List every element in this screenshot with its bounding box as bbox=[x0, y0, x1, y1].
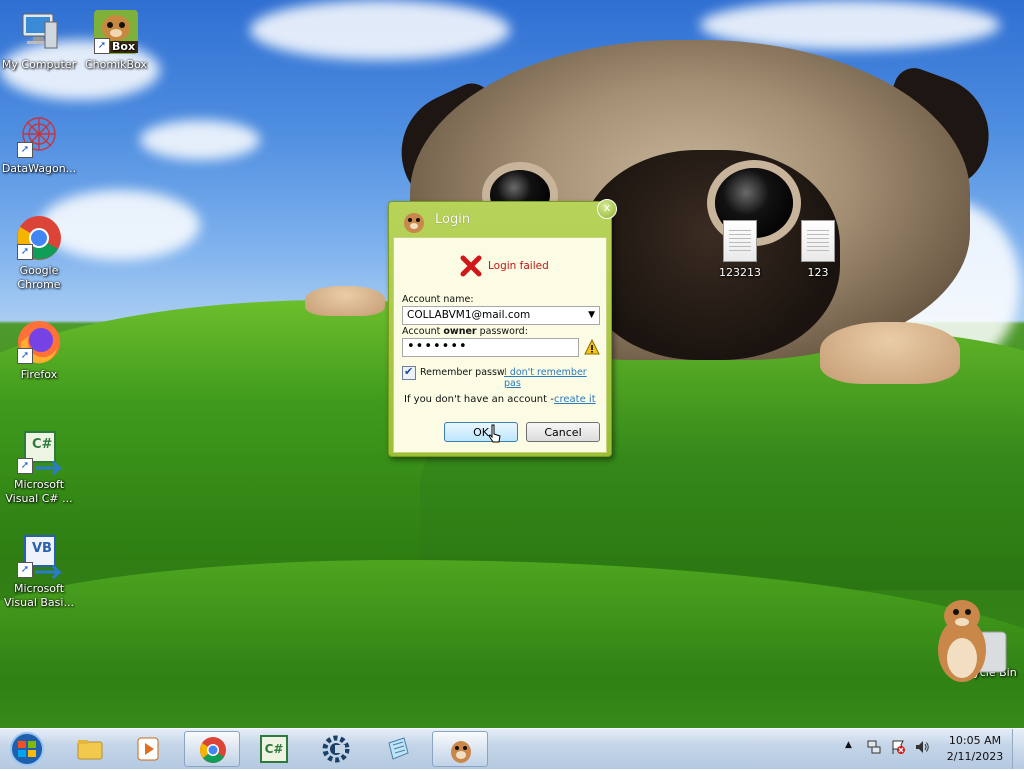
hamster-icon bbox=[451, 741, 471, 763]
password-field[interactable]: ••••••• bbox=[402, 338, 579, 357]
create-account-link[interactable]: create it bbox=[554, 394, 596, 405]
folder-icon bbox=[77, 740, 103, 760]
shortcut-arrow-icon: ➚ bbox=[17, 244, 33, 260]
hamster-recycle-bin-icon bbox=[928, 592, 1008, 684]
media-player-icon bbox=[137, 737, 159, 761]
shortcut-arrow-icon: ➚ bbox=[17, 458, 33, 474]
visual-basic-icon: VB ➚ bbox=[15, 532, 63, 580]
chomikbox-icon: Box ➚ bbox=[92, 8, 140, 56]
taskbar-item-explorer[interactable] bbox=[62, 731, 118, 767]
taskbar: C# ▲ 10:05 AM 2/11/2023 bbox=[0, 728, 1024, 769]
shortcut-arrow-icon: ➚ bbox=[17, 562, 33, 578]
gear-icon bbox=[322, 735, 350, 763]
text-file-icon bbox=[723, 220, 757, 262]
ok-button[interactable]: OK bbox=[444, 422, 518, 442]
desktop-icon-label: My Computer bbox=[1, 58, 77, 71]
network-icon[interactable] bbox=[866, 739, 882, 758]
desktop-icon-label: Microsoft Visual C# ... bbox=[5, 478, 73, 505]
text-file-icon bbox=[801, 220, 835, 262]
volume-icon[interactable] bbox=[914, 739, 930, 758]
taskbar-item-cheat-engine[interactable] bbox=[308, 731, 364, 767]
clock-date[interactable]: 2/11/2023 bbox=[945, 750, 1005, 763]
warning-icon bbox=[584, 338, 600, 355]
dialog-body: Login failed Account name: COLLABVM1@mai… bbox=[393, 237, 607, 453]
datawagon-icon: ➚ bbox=[15, 112, 63, 160]
desktop-icon-my-computer[interactable]: My Computer bbox=[1, 8, 77, 72]
cloud bbox=[140, 120, 260, 160]
start-button[interactable] bbox=[4, 730, 50, 768]
cloud bbox=[250, 0, 510, 60]
firefox-icon: ➚ bbox=[15, 318, 63, 366]
desktop-icon-label: Firefox bbox=[20, 368, 58, 381]
remember-checkbox[interactable]: ✔ bbox=[402, 365, 416, 380]
taskbar-item-chrome[interactable] bbox=[184, 731, 240, 767]
taskbar-item-visual-csharp[interactable]: C# bbox=[246, 731, 302, 767]
login-dialog: Login x Login failed Account name: COLLA… bbox=[388, 199, 617, 457]
desktop-icon-label: ChomikBox bbox=[85, 58, 147, 71]
desktop-icon-label: DataWagon... bbox=[1, 162, 77, 175]
account-name-value: COLLABVM1@mail.com bbox=[407, 309, 531, 321]
shortcut-arrow-icon: ➚ bbox=[94, 38, 110, 54]
desktop-icon-datawagon[interactable]: ➚ DataWagon... bbox=[1, 112, 77, 176]
visual-csharp-icon: C# ➚ bbox=[15, 428, 63, 476]
hamster-app-icon bbox=[401, 208, 427, 234]
windows-logo-icon bbox=[10, 732, 44, 766]
chrome-icon: ➚ bbox=[15, 214, 63, 262]
computer-icon bbox=[15, 8, 63, 56]
notepad-icon bbox=[388, 737, 409, 760]
password-label-prefix: Account bbox=[402, 326, 444, 337]
taskbar-item-media-player[interactable] bbox=[120, 731, 176, 767]
desktop-icon-label: Microsoft Visual Basi... bbox=[4, 582, 74, 609]
close-button[interactable]: x bbox=[597, 199, 617, 219]
shortcut-arrow-icon: ➚ bbox=[17, 142, 33, 158]
desktop-icon-label: 123213 bbox=[719, 266, 761, 279]
pug-paw bbox=[820, 322, 960, 384]
shortcut-arrow-icon: ➚ bbox=[17, 348, 33, 364]
account-name-label: Account name: bbox=[402, 294, 474, 305]
desktop-icon-firefox[interactable]: ➚ Firefox bbox=[1, 318, 77, 382]
chrome-icon bbox=[200, 737, 226, 763]
mouse-cursor-icon bbox=[488, 424, 502, 444]
checkmark-icon: ✔ bbox=[404, 365, 414, 378]
chomikbox-badge: Box bbox=[112, 40, 136, 53]
csharp-badge: C# bbox=[32, 437, 53, 452]
forgot-password-link[interactable]: I don't remember pas bbox=[504, 367, 606, 389]
desktop-icon-visual-csharp[interactable]: C# ➚ Microsoft Visual C# ... bbox=[1, 428, 77, 506]
vb-badge: VB bbox=[32, 541, 52, 556]
password-label-bold: owner bbox=[443, 326, 477, 337]
error-message: Login failed bbox=[488, 260, 549, 272]
pug-paw bbox=[305, 286, 385, 316]
close-icon: x bbox=[603, 201, 611, 214]
show-desktop-button[interactable] bbox=[1012, 729, 1024, 769]
password-value: ••••••• bbox=[407, 339, 468, 354]
desktop-icon-label: Google Chrome bbox=[17, 264, 61, 291]
visual-csharp-icon: C# bbox=[260, 735, 288, 763]
desktop-icon-google-chrome[interactable]: ➚ Google Chrome bbox=[1, 214, 77, 292]
desktop-icon-chomikbox[interactable]: Box ➚ ChomikBox bbox=[78, 8, 154, 72]
desktop-icon-visual-basic[interactable]: VB ➚ Microsoft Visual Basi... bbox=[1, 532, 77, 610]
action-center-flag-icon[interactable] bbox=[890, 739, 906, 758]
account-name-combobox[interactable]: COLLABVM1@mail.com ▼ bbox=[402, 306, 600, 325]
remember-label[interactable]: Remember passw bbox=[420, 367, 505, 378]
desktop-icon-recycle-bin[interactable]: Recycle Bin bbox=[912, 592, 1024, 682]
cancel-button[interactable]: Cancel bbox=[526, 422, 600, 442]
dialog-title: Login bbox=[435, 212, 471, 227]
clock-time[interactable]: 10:05 AM bbox=[947, 734, 1003, 747]
chevron-down-icon[interactable]: ▼ bbox=[588, 307, 595, 323]
desktop-file-123[interactable]: 123 bbox=[780, 220, 856, 280]
error-icon bbox=[460, 255, 482, 277]
taskbar-item-chomikbox[interactable] bbox=[432, 731, 488, 767]
no-account-text: If you don't have an account - bbox=[404, 394, 554, 405]
desktop-file-123213[interactable]: 123213 bbox=[702, 220, 778, 280]
desktop-icon-label: 123 bbox=[807, 266, 829, 279]
csharp-badge: C# bbox=[264, 742, 284, 756]
password-label-suffix: password: bbox=[476, 326, 528, 337]
password-label: Account owner password: bbox=[402, 326, 528, 337]
taskbar-item-notepad[interactable] bbox=[370, 731, 426, 767]
show-hidden-icons-button[interactable]: ▲ bbox=[845, 740, 852, 750]
